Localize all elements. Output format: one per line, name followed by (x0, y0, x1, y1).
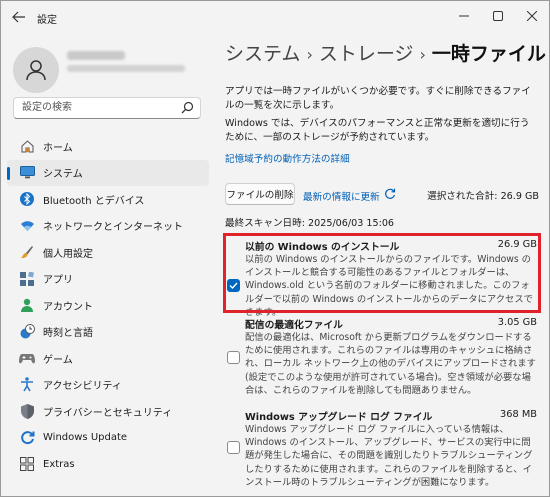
refresh-button[interactable]: 最新の情報に更新 (303, 188, 396, 203)
list-item[interactable]: 配信の最適化ファイル 3.05 GB 配信の最適化は、Microsoft から更… (225, 317, 539, 397)
nav-list: ホーム システム Bluetooth とデバイス ネットワークとインターネット … (1, 133, 213, 478)
search-icon[interactable] (181, 101, 194, 117)
sidebar-item-network[interactable]: ネットワークとインターネット (7, 213, 209, 240)
sidebar-item-time-language[interactable]: 時刻と言語 (7, 319, 209, 346)
list-item[interactable]: Windows アップグレード ログ ファイル 368 MB Windows ア… (225, 409, 539, 489)
page-title: 一時ファイル (431, 43, 546, 65)
user-email-blurred (67, 65, 185, 72)
sidebar-item-label: Windows Update (43, 432, 128, 444)
item-size: 3.05 GB (497, 317, 537, 328)
settings-window: 設定 ホーム システ (0, 0, 550, 497)
sidebar-item-label: ゲーム (43, 354, 73, 366)
sidebar-item-accessibility[interactable]: アクセシビリティ (7, 372, 209, 399)
close-button[interactable] (515, 5, 549, 27)
search-box[interactable] (13, 97, 201, 119)
shield-icon (19, 403, 35, 419)
selected-total: 選択された合計: 26.9 GB (427, 191, 539, 202)
sidebar-item-apps[interactable]: アプリ (7, 266, 209, 293)
sidebar-item-label: Extras (43, 458, 75, 470)
sidebar-item-privacy[interactable]: プライバシーとセキュリティ (7, 398, 209, 425)
bluetooth-icon (19, 191, 35, 207)
brush-icon (19, 244, 35, 260)
item-description: 配信の最適化は、Microsoft から更新プログラムをダウンロードするために使… (245, 332, 536, 396)
item-title: 配信の最適化ファイル (245, 320, 343, 331)
breadcrumb-storage[interactable]: ストレージ (319, 43, 414, 65)
extras-icon (19, 456, 35, 472)
refresh-icon (384, 188, 396, 203)
last-scan-text: 最終スキャン日時: 2025/06/03 15:06 (225, 218, 395, 229)
back-arrow-icon[interactable] (9, 7, 29, 27)
sidebar-item-system[interactable]: システム (7, 159, 209, 186)
sidebar-item-label: アカウント (43, 301, 93, 313)
sidebar-item-personalization[interactable]: 個人用設定 (7, 239, 209, 266)
sidebar-item-extras[interactable]: Extras (7, 451, 209, 478)
sidebar-item-label: アクセシビリティ (43, 381, 122, 393)
sidebar-item-label: 時刻と言語 (43, 328, 93, 340)
delete-files-button[interactable]: ファイルの削除 (225, 183, 295, 205)
breadcrumb-system[interactable]: システム (225, 43, 300, 65)
sidebar-item-bluetooth[interactable]: Bluetooth とデバイス (7, 186, 209, 213)
reserved-storage-link[interactable]: 記憶域予約の動作方法の詳細 (225, 151, 350, 165)
breadcrumb: システム › ストレージ › 一時ファイル (225, 39, 546, 66)
home-icon (19, 138, 35, 154)
sidebar-item-label: プライバシーとセキュリティ (43, 407, 173, 419)
wifi-icon (19, 218, 35, 234)
item-size: 368 MB (500, 409, 537, 420)
sidebar-item-label: ネットワークとインターネット (43, 222, 183, 234)
sidebar: ホーム システム Bluetooth とデバイス ネットワークとインターネット … (1, 33, 213, 496)
breadcrumb-separator: › (419, 45, 426, 64)
accessibility-icon (19, 377, 35, 393)
person-icon (19, 297, 35, 313)
update-icon (19, 430, 35, 446)
item-title: Windows アップグレード ログ ファイル (245, 412, 433, 423)
gamepad-icon (19, 350, 35, 366)
reserved-storage-text: Windows では、デバイスのパフォーマンスと正常な更新を適切に行うために、一… (225, 118, 530, 143)
main-content: システム › ストレージ › 一時ファイル アプリでは一時ファイルがいくつか必要です。す… (213, 33, 549, 496)
sidebar-item-label: 個人用設定 (43, 248, 93, 260)
intro-text: アプリでは一時ファイルがいくつか必要です。すぐに削除できるファイルの一覧を次に示… (225, 86, 531, 111)
breadcrumb-separator: › (306, 45, 313, 64)
refresh-label: 最新の情報に更新 (303, 191, 380, 203)
title-bar: 設定 (1, 1, 549, 33)
apps-icon (19, 271, 35, 287)
user-name-blurred (67, 51, 125, 60)
item-description: Windows アップグレード ログ ファイルに入っている情報は、Windows… (245, 424, 533, 488)
sidebar-item-accounts[interactable]: アカウント (7, 292, 209, 319)
sidebar-item-label: Bluetooth とデバイス (43, 195, 145, 207)
search-input[interactable] (20, 101, 174, 114)
minimize-button[interactable] (447, 5, 481, 27)
highlight-box (223, 233, 541, 313)
sidebar-item-gaming[interactable]: ゲーム (7, 345, 209, 372)
clock-globe-icon (19, 324, 35, 340)
window-title: 設定 (37, 15, 57, 26)
monitor-icon (19, 165, 35, 181)
sidebar-item-windows-update[interactable]: Windows Update (7, 425, 209, 452)
sidebar-item-home[interactable]: ホーム (7, 133, 209, 160)
sidebar-item-label: アプリ (43, 275, 73, 287)
avatar[interactable] (13, 47, 59, 93)
sidebar-item-label: ホーム (43, 142, 73, 154)
sidebar-item-label: システム (43, 169, 83, 181)
checkbox-unchecked[interactable] (227, 351, 240, 364)
person-icon (26, 60, 46, 81)
checkbox-unchecked[interactable] (227, 441, 240, 454)
maximize-button[interactable] (481, 5, 515, 27)
